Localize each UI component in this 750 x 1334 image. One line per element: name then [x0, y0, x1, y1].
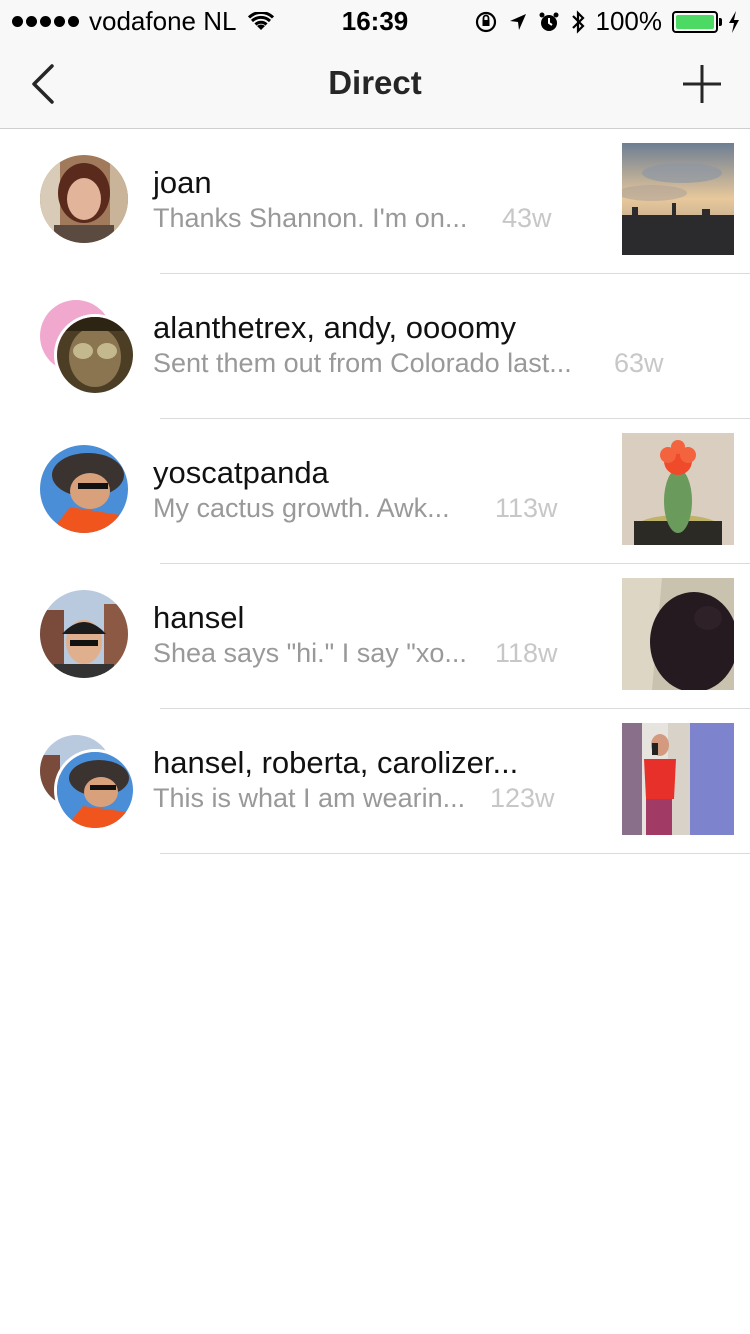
thread-thumbnail — [622, 143, 734, 255]
avatar — [40, 590, 128, 678]
thread-age: 63w — [614, 348, 664, 378]
group-avatar — [40, 735, 136, 831]
thread-age: 113w — [495, 493, 558, 523]
thread-list: joan Thanks Shannon. I'm on... 43w alant… — [0, 129, 750, 854]
avatar — [54, 314, 136, 396]
thread-row-group-hansel[interactable]: hansel, roberta, carolizer... This is wh… — [0, 709, 750, 854]
thread-name: hansel — [153, 600, 245, 635]
thread-row-hansel[interactable]: hansel Shea says "hi." I say "xo... 118w — [0, 564, 750, 709]
location-arrow-icon — [508, 12, 528, 32]
thread-name: yoscatpanda — [153, 455, 329, 490]
new-message-button[interactable] — [682, 64, 722, 104]
thread-name: hansel, roberta, carolizer... — [153, 745, 519, 780]
page-title: Direct — [328, 64, 422, 101]
thread-thumbnail — [622, 578, 734, 690]
thread-preview: My cactus growth. Awk... — [153, 493, 450, 523]
thread-preview: This is what I am wearin... — [153, 783, 466, 813]
avatar — [40, 155, 128, 243]
avatar — [54, 749, 136, 831]
thread-preview: Sent them out from Colorado last... — [153, 348, 572, 378]
bluetooth-icon — [570, 9, 586, 35]
thread-preview: Thanks Shannon. I'm on... — [153, 203, 468, 233]
charging-bolt-icon — [728, 10, 740, 33]
status-right: 100% — [474, 6, 741, 37]
thread-age: 123w — [490, 783, 555, 813]
thread-row-yoscatpanda[interactable]: yoscatpanda My cactus growth. Awk... 113… — [0, 419, 750, 564]
thread-age: 43w — [502, 203, 552, 233]
thread-preview: Shea says "hi." I say "xo... — [153, 638, 467, 668]
row-separator — [160, 853, 750, 854]
group-avatar — [40, 300, 136, 396]
thread-age: 118w — [495, 638, 558, 668]
plus-icon — [683, 65, 721, 103]
alarm-icon — [538, 11, 560, 33]
battery-icon — [672, 10, 722, 33]
orientation-lock-icon — [474, 10, 498, 34]
thread-name: alanthetrex, andy, oooomy — [153, 310, 517, 345]
thread-thumbnail — [622, 723, 734, 835]
thread-row-joan[interactable]: joan Thanks Shannon. I'm on... 43w — [0, 129, 750, 274]
thread-thumbnail — [622, 433, 734, 545]
thread-row-group-alanthetrex[interactable]: alanthetrex, andy, oooomy Sent them out … — [0, 274, 750, 419]
battery-level — [676, 14, 714, 29]
avatar — [40, 445, 128, 533]
status-bar: vodafone NL 16:39 100% — [0, 0, 750, 40]
battery-percentage: 100% — [595, 6, 663, 36]
thread-name: joan — [153, 165, 212, 200]
navigation-bar: Direct — [0, 40, 750, 129]
